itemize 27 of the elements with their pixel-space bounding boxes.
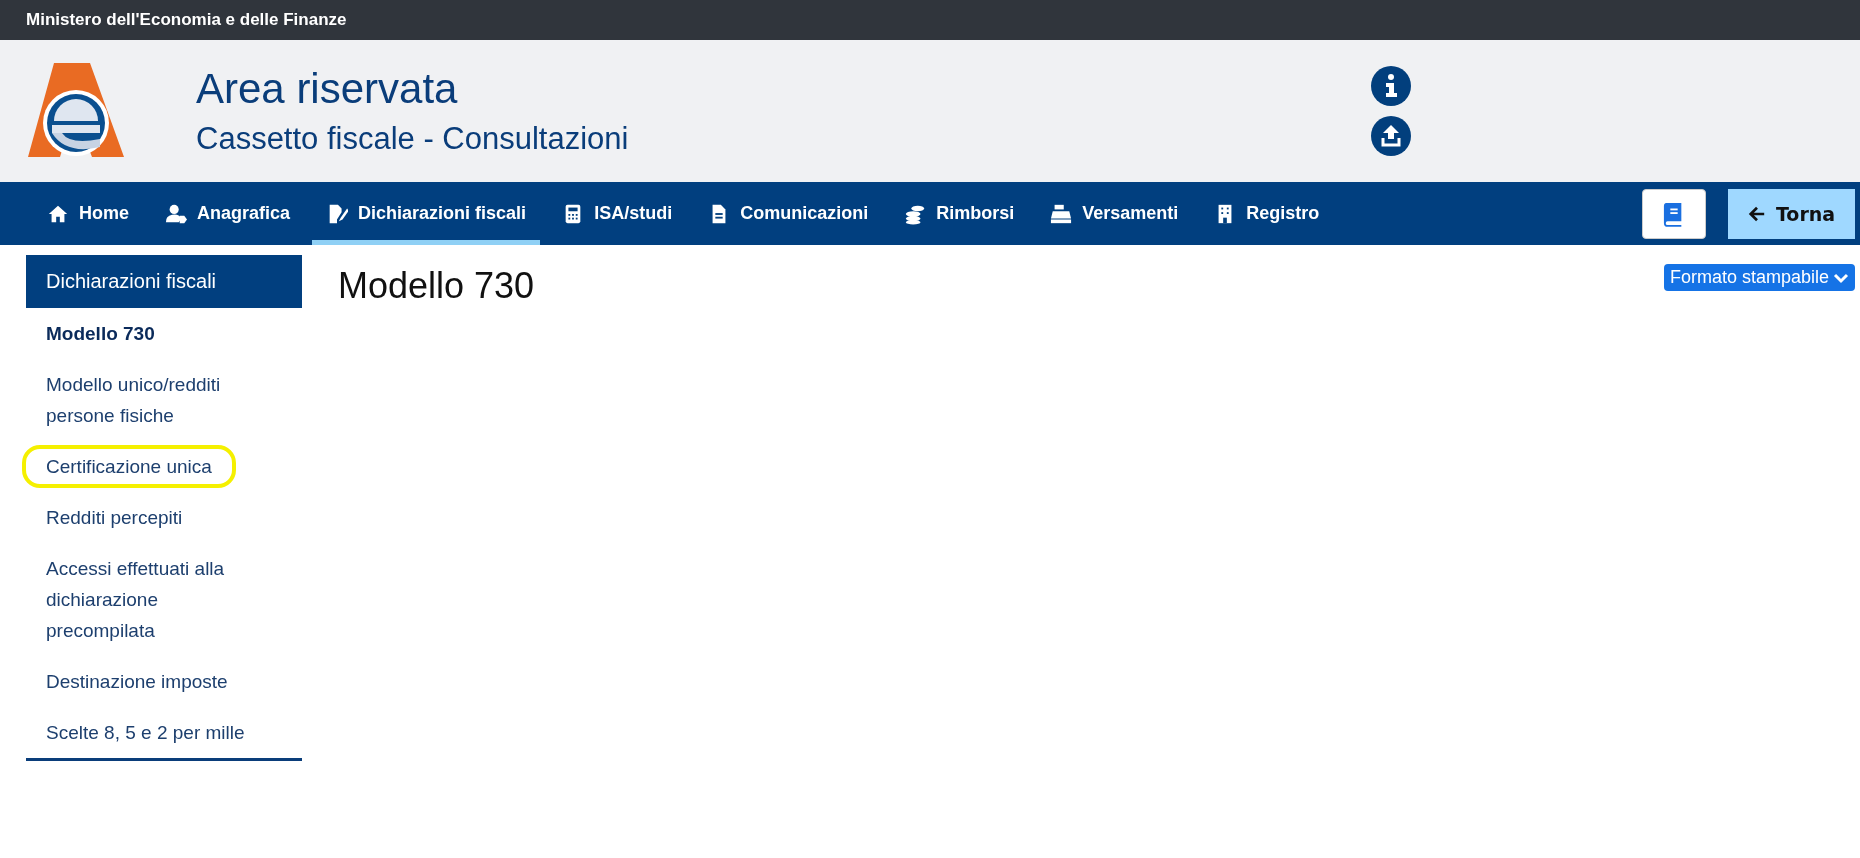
nav-tab[interactable]: Anagrafica xyxy=(151,182,305,245)
nav-tab[interactable]: Registro xyxy=(1200,182,1334,245)
nav-tab[interactable]: Versamenti xyxy=(1036,182,1193,245)
page-title: Modello 730 xyxy=(338,265,535,307)
nav-tab[interactable]: Comunicazioni xyxy=(694,182,883,245)
sidebar-title: Dichiarazioni fiscali xyxy=(26,255,302,308)
left-arrow-icon xyxy=(1747,204,1766,223)
sidebar-item[interactable]: Redditi percepiti xyxy=(26,500,302,535)
cash-register-icon xyxy=(1050,202,1073,225)
service-subtitle: Cassetto fiscale - Consultazioni xyxy=(196,121,630,157)
nav-tab[interactable]: Home xyxy=(33,182,143,245)
info-icon[interactable] xyxy=(1371,66,1411,106)
back-button[interactable]: Torna xyxy=(1728,188,1855,239)
nav-tab[interactable]: Rimborsi xyxy=(890,182,1029,245)
sidebar-item[interactable]: Destinazione imposte xyxy=(26,664,302,699)
sidebar-item[interactable]: Scelte 8, 5 e 2 per mille xyxy=(26,715,302,750)
upload-icon[interactable] xyxy=(1371,116,1411,156)
nav-tab[interactable]: ISA/studi xyxy=(548,182,687,245)
sidebar-item[interactable]: Modello unico/redditi persone fisiche xyxy=(26,367,302,433)
user-tag-icon xyxy=(165,202,187,225)
area-title: Area riservata xyxy=(196,65,459,113)
printable-format-button[interactable]: Formato stampabile xyxy=(1663,264,1855,291)
book-button[interactable] xyxy=(1642,188,1706,239)
nav-tab[interactable]: Dichiarazioni fiscali xyxy=(312,182,541,245)
sidebar-item[interactable]: Accessi effettuati alla dichiarazione precompilata xyxy=(26,551,302,648)
ministry-name: Ministero dell'Economia e delle Finanze xyxy=(26,10,347,30)
sidebar-item[interactable]: Modello 730 xyxy=(26,316,302,351)
